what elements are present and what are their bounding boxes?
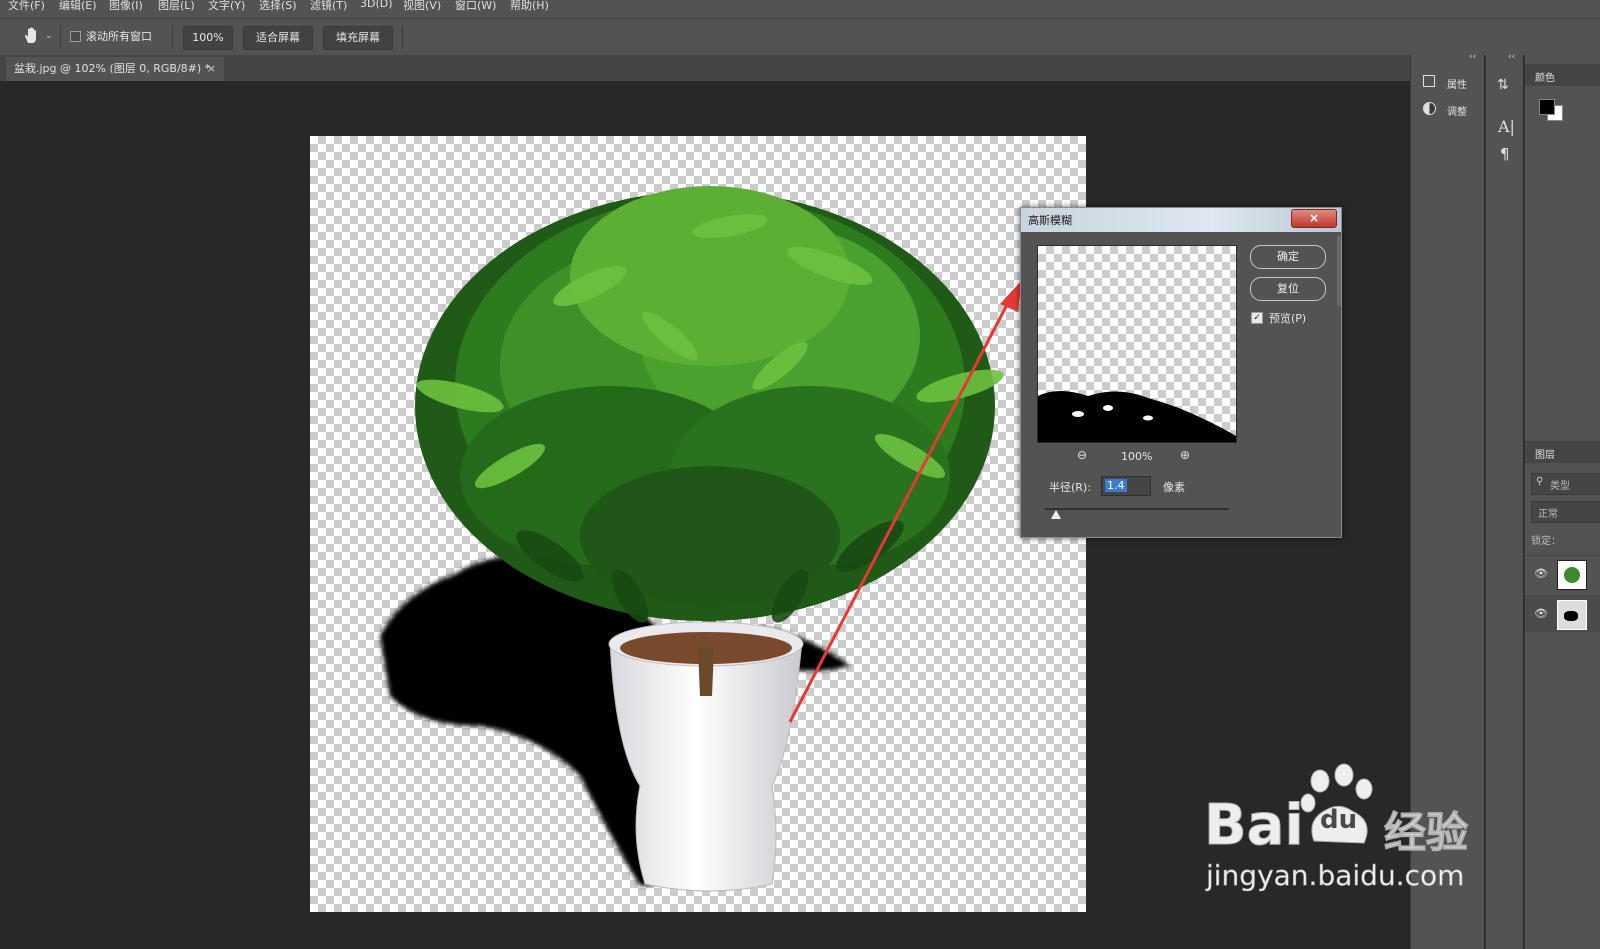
- layer-filter-label: 类型: [1550, 481, 1570, 492]
- dialog-title-bar[interactable]: 高斯模糊 ×: [1021, 208, 1341, 232]
- menu-image[interactable]: 图像(I): [109, 0, 143, 13]
- scroll-all-checkbox[interactable]: [70, 31, 81, 42]
- adjustments-icon: [1423, 102, 1436, 115]
- collapse-dock-icon[interactable]: ‹‹: [1469, 52, 1476, 62]
- menu-file[interactable]: 文件(F): [8, 0, 45, 13]
- watermark-suffix: 经验: [1383, 808, 1469, 858]
- blend-mode-select[interactable]: 正常: [1531, 501, 1600, 523]
- properties-icon: [1423, 75, 1435, 87]
- document-tab-title: 盆栽.jpg @ 102% (图层 0, RGB/8#) *: [14, 62, 211, 75]
- layers-panel-tab[interactable]: 图层: [1525, 441, 1600, 463]
- layer-shadow-thumbnail: [1557, 600, 1587, 630]
- preview-zoom-value: 100%: [1121, 450, 1153, 463]
- layers-tab-label: 图层: [1535, 450, 1555, 461]
- adjustments-panel-button[interactable]: 调整: [1419, 101, 1479, 119]
- adjustments-label: 调整: [1447, 107, 1467, 118]
- reset-button[interactable]: 复位: [1250, 277, 1326, 301]
- blur-preview[interactable]: [1037, 245, 1237, 443]
- tool-preset-chevron-icon[interactable]: ⌄: [45, 31, 53, 41]
- properties-label: 属性: [1447, 80, 1467, 91]
- radius-unit: 像素: [1163, 481, 1185, 494]
- color-panel-tab[interactable]: 颜色: [1525, 64, 1600, 86]
- menu-layer[interactable]: 图层(L): [158, 0, 195, 13]
- watermark-url: jingyan.baidu.com: [1206, 859, 1465, 893]
- dialog-close-button[interactable]: ×: [1291, 209, 1337, 228]
- radius-slider-track[interactable]: [1045, 508, 1229, 510]
- search-icon: ⚲: [1536, 476, 1544, 487]
- radius-slider-thumb[interactable]: [1051, 510, 1061, 519]
- menu-select[interactable]: 选择(S): [259, 0, 297, 13]
- radius-input-value: 1.4: [1105, 479, 1127, 492]
- menu-bar: 文件(F) 编辑(E) 图像(I) 图层(L) 文字(Y) 选择(S) 滤镜(T…: [0, 0, 1600, 18]
- gaussian-blur-dialog: 高斯模糊 × ⊖ 100% ⊕ 半径(R): 1.4 像素 确定 复位 ✓ 预览…: [1020, 207, 1342, 538]
- paragraph-panel-icon[interactable]: ¶: [1500, 145, 1510, 163]
- paw-du-text: du: [1320, 805, 1358, 835]
- baidu-paw-logo: du: [1298, 763, 1382, 847]
- document-tab-bar: 盆栽.jpg @ 102% (图层 0, RGB/8#) * ×: [0, 55, 1410, 81]
- properties-panel-button[interactable]: 属性: [1419, 74, 1479, 92]
- hand-tool-icon[interactable]: [22, 26, 42, 46]
- baidu-watermark: Bai du 经验 jingyan.baidu.com: [1198, 755, 1488, 895]
- zoom-out-icon[interactable]: ⊖: [1077, 448, 1087, 462]
- annotation-arrow: [788, 280, 1022, 723]
- foreground-color-swatch[interactable]: [1539, 99, 1555, 115]
- zoom-100-button[interactable]: 100%: [183, 26, 233, 50]
- radius-input[interactable]: 1.4: [1101, 476, 1151, 496]
- layer-filter-field[interactable]: ⚲ 类型: [1531, 473, 1600, 495]
- layer-row-2[interactable]: 👁: [1525, 595, 1600, 632]
- fit-screen-button[interactable]: 适合屏幕: [243, 26, 313, 50]
- watermark-brand: Bai: [1204, 793, 1305, 859]
- layer-visibility-eye-icon[interactable]: 👁: [1534, 607, 1548, 620]
- close-tab-icon[interactable]: ×: [207, 57, 216, 81]
- tools-dock: ‹‹ ⇅ A| ¶: [1485, 52, 1523, 949]
- scroll-all-label: 滚动所有窗口: [86, 30, 152, 43]
- radius-label: 半径(R):: [1049, 481, 1091, 494]
- dialog-scrollbar[interactable]: [1337, 236, 1341, 306]
- lock-label: 锁定：: [1531, 536, 1561, 547]
- layer-visibility-eye-icon[interactable]: 👁: [1534, 567, 1548, 580]
- menu-window[interactable]: 窗口(W): [455, 0, 496, 13]
- fill-screen-button[interactable]: 填充屏幕: [323, 26, 393, 50]
- menu-help[interactable]: 帮助(H): [510, 0, 549, 13]
- color-tab-label: 颜色: [1535, 73, 1555, 84]
- preview-shadow-image: [1038, 391, 1236, 442]
- zoom-in-icon[interactable]: ⊕: [1180, 448, 1190, 462]
- menu-3d[interactable]: 3D(D): [360, 0, 393, 10]
- plant-pot: [608, 621, 804, 892]
- dialog-title: 高斯模糊: [1028, 214, 1072, 227]
- menu-edit[interactable]: 编辑(E): [59, 0, 97, 13]
- layer-row-1[interactable]: 👁: [1525, 555, 1600, 592]
- blend-mode-value: 正常: [1538, 509, 1558, 520]
- preview-checkbox[interactable]: ✓: [1251, 312, 1263, 324]
- options-bar: ⌄ 滚动所有窗口 100% 适合屏幕 填充屏幕: [0, 18, 1600, 56]
- layer-thumbnail: [1557, 560, 1587, 590]
- character-panel-icon[interactable]: A|: [1498, 117, 1515, 136]
- ok-button[interactable]: 确定: [1250, 245, 1326, 269]
- menu-view[interactable]: 视图(V): [403, 0, 441, 13]
- menu-filter[interactable]: 滤镜(T): [310, 0, 347, 13]
- preview-label: 预览(P): [1269, 312, 1307, 325]
- color-layers-dock: 颜色 图层 ⚲ 类型 正常 锁定： 👁 👁: [1524, 55, 1600, 949]
- menu-type[interactable]: 文字(Y): [208, 0, 245, 13]
- libraries-icon[interactable]: ⇅: [1497, 77, 1509, 93]
- document-tab[interactable]: 盆栽.jpg @ 102% (图层 0, RGB/8#) * ×: [6, 57, 224, 81]
- collapse-dock-2-icon[interactable]: ‹‹: [1508, 52, 1515, 62]
